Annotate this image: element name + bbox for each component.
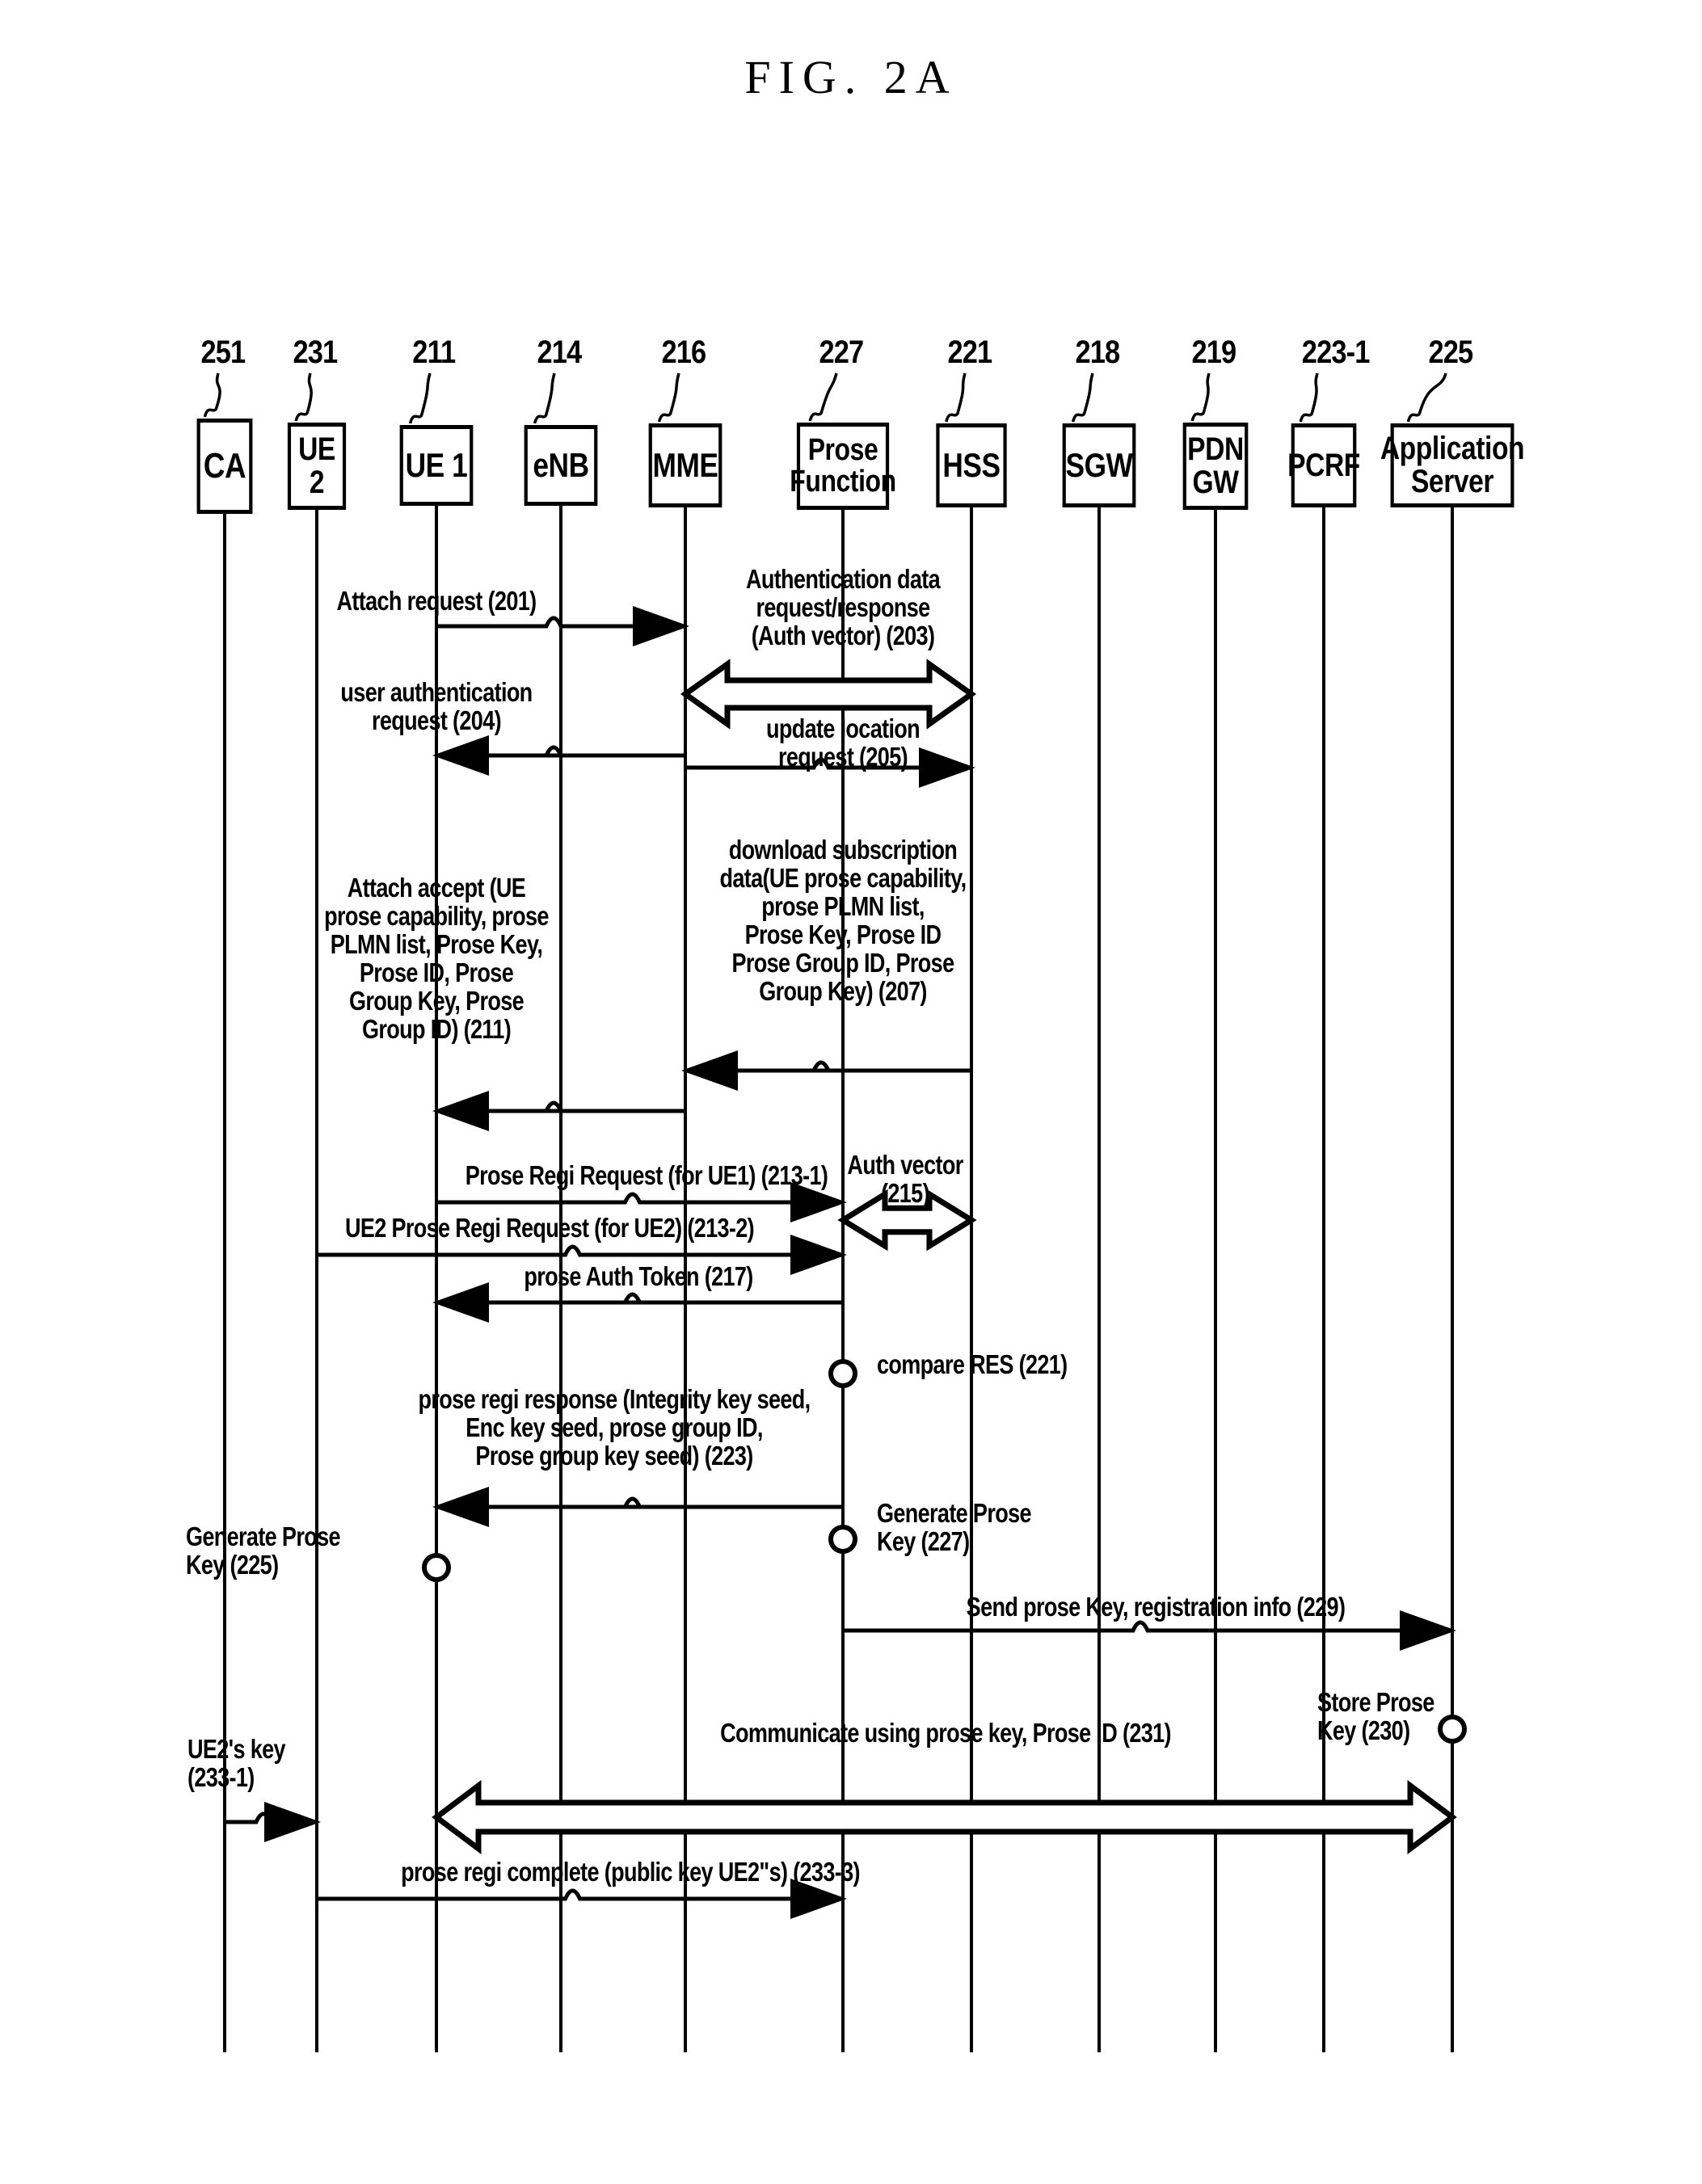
ref-numeral-ca: 251 — [200, 335, 246, 370]
message-arrow-m223 — [432, 1487, 843, 1527]
ref-numeral-sgw: 218 — [1075, 335, 1120, 370]
self-action-marker-m227 — [828, 1525, 857, 1554]
message-label-m201: Attach request (201) — [336, 586, 537, 616]
message-label-m223: prose regi response (Integrity key seed,… — [418, 1384, 811, 1471]
self-action-marker-m221 — [828, 1359, 857, 1388]
ref-numeral-pcrf: 223-1 — [1301, 335, 1371, 370]
message-label-m215: Auth vector (215) — [847, 1150, 963, 1208]
message-arrow-m213_2 — [317, 1235, 847, 1275]
message-arrow-m217 — [432, 1282, 843, 1323]
message-label-m211: Attach accept (UE prose capability, pros… — [324, 873, 549, 1044]
ref-numeral-pdngw: 219 — [1191, 335, 1236, 370]
message-arrow-m207 — [681, 1050, 971, 1091]
message-arrow-m233_3 — [317, 1879, 847, 1919]
ref-numeral-appsrv: 225 — [1428, 335, 1473, 370]
ref-numeral-prose: 227 — [819, 335, 864, 370]
ref-numeral-mme: 216 — [661, 335, 706, 370]
message-label-m221: compare RES (221) — [877, 1349, 1068, 1379]
message-label-m207: download subscription data(UE prose capa… — [719, 835, 967, 1006]
message-label-m227: Generate Prose Key (227) — [877, 1498, 1032, 1556]
ref-numeral-ue2: 231 — [293, 335, 338, 370]
self-action-marker-m225 — [422, 1553, 451, 1582]
message-label-m213_1: Prose Regi Request (for UE1) (213-1) — [465, 1160, 828, 1190]
message-label-m230: Store Prose Key (230) — [1317, 1687, 1434, 1745]
ref-numeral-hss: 221 — [947, 335, 992, 370]
message-label-m225: Generate Prose Key (225) — [186, 1521, 341, 1580]
message-label-m229: Send prose Key, registration info (229) — [966, 1592, 1346, 1622]
message-label-m204: user authentication request (204) — [340, 677, 533, 735]
message-label-m233_3: prose regi complete (public key UE2"s) (… — [401, 1857, 860, 1887]
ref-numeral-ue1: 211 — [412, 335, 456, 370]
sequence-diagram-canvas: CA UE 2 UE 1 eNB MME Prose Function HSS SGW PDN … — [0, 0, 1702, 2184]
message-label-m203: Authentication data request/response (Au… — [745, 564, 941, 650]
message-label-m233_1: UE2's key (233-1) — [187, 1734, 286, 1792]
message-arrow-m229 — [843, 1610, 1456, 1651]
message-label-m213_2: UE2 Prose Regi Request (for UE2) (213-2) — [344, 1213, 755, 1243]
message-label-m217: prose Auth Token (217) — [524, 1261, 753, 1291]
block-arrow-m231 — [432, 1780, 1457, 1854]
message-label-m205: update location request (205) — [765, 713, 921, 772]
ref-numeral-enb: 214 — [537, 335, 582, 370]
message-arrow-m233_1 — [225, 1802, 321, 1842]
message-arrow-m213_1 — [436, 1182, 847, 1222]
message-label-m231: Communicate using prose key, Prose ID (2… — [720, 1718, 1171, 1748]
